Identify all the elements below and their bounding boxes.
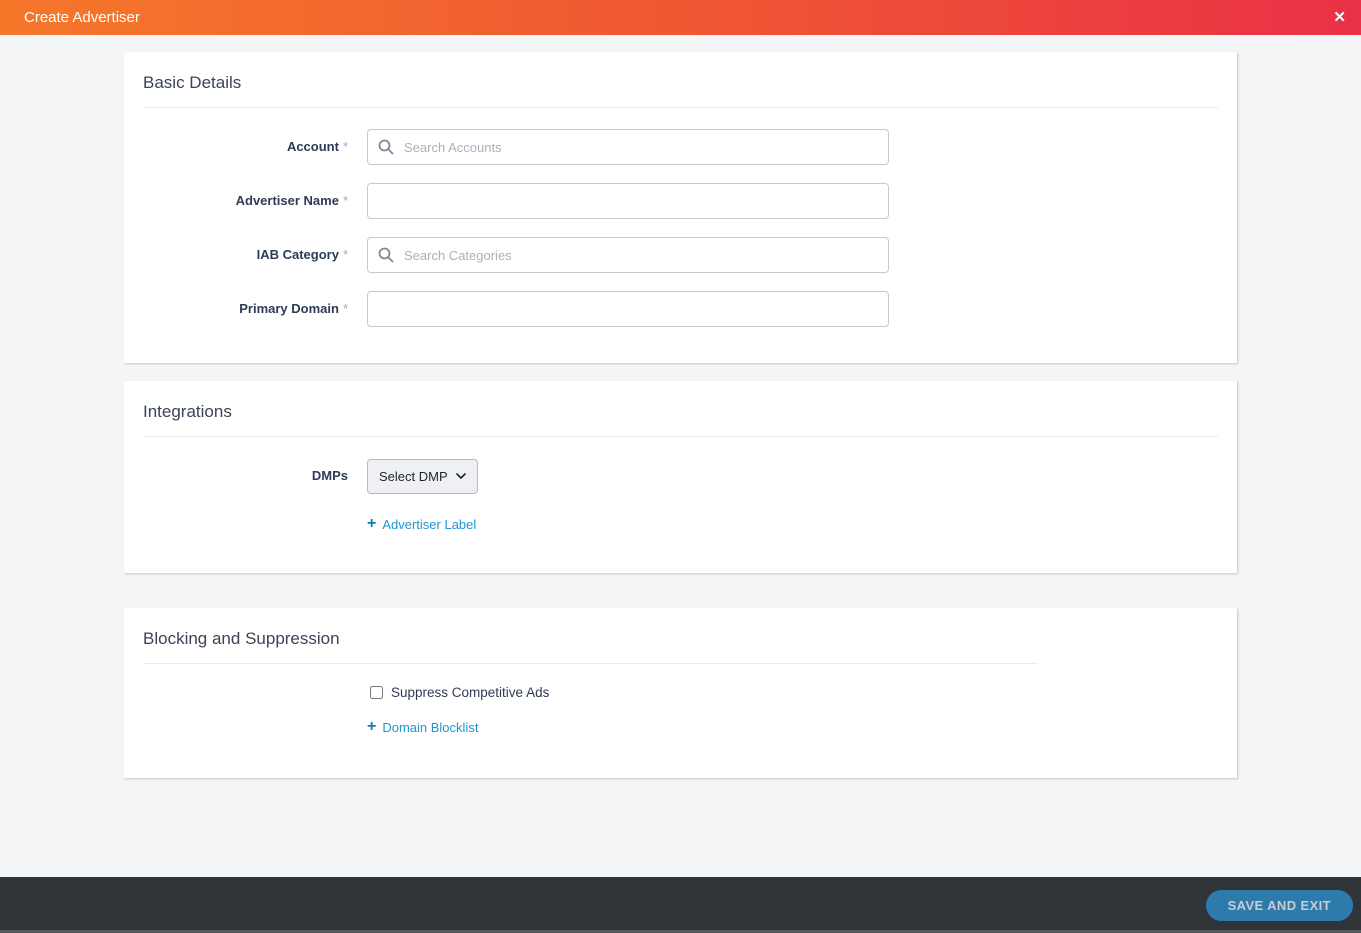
integrations-card: Integrations DMPs Select DMP + Advertise… <box>124 381 1237 573</box>
primary-domain-input-wrap <box>367 291 889 327</box>
iab-category-label: IAB Category* <box>143 237 348 273</box>
close-icon[interactable]: ✕ <box>1333 10 1346 25</box>
advertiser-name-row: Advertiser Name* <box>143 183 1218 219</box>
iab-category-search-input[interactable] <box>367 237 889 273</box>
iab-category-input-wrap <box>367 237 889 273</box>
primary-domain-label: Primary Domain* <box>143 291 348 327</box>
blocking-suppression-card: Blocking and Suppression Suppress Compet… <box>124 608 1237 778</box>
section-divider <box>143 436 1218 437</box>
required-asterisk: * <box>343 193 348 208</box>
advertiser-name-label: Advertiser Name* <box>143 183 348 219</box>
required-asterisk: * <box>343 247 348 262</box>
plus-icon: + <box>367 516 376 532</box>
account-row: Account* <box>143 129 1218 165</box>
section-title-basic-details: Basic Details <box>143 72 1218 94</box>
dmps-row: DMPs Select DMP <box>143 458 1218 494</box>
advertiser-name-input-wrap <box>367 183 889 219</box>
modal-header: Create Advertiser ✕ <box>0 0 1361 35</box>
section-title-integrations: Integrations <box>143 401 1218 423</box>
add-advertiser-label-text: Advertiser Label <box>382 517 476 532</box>
main-content: Basic Details Account* Advertiser Name* <box>0 35 1361 877</box>
section-title-blocking: Blocking and Suppression <box>143 628 1218 650</box>
page-title: Create Advertiser <box>24 9 140 26</box>
form-container: Basic Details Account* Advertiser Name* <box>124 52 1237 778</box>
add-advertiser-label-link[interactable]: + Advertiser Label <box>367 516 476 532</box>
dmp-select-dropdown[interactable]: Select DMP <box>367 459 478 494</box>
suppress-competitive-ads-row: Suppress Competitive Ads <box>370 685 1218 700</box>
suppress-competitive-ads-label: Suppress Competitive Ads <box>391 685 549 700</box>
dmps-label: DMPs <box>143 458 348 494</box>
footer-bar: SAVE AND EXIT <box>0 877 1361 933</box>
account-input-wrap <box>367 129 889 165</box>
section-divider <box>143 663 1038 664</box>
section-divider <box>143 107 1218 108</box>
dmp-select-value: Select DMP <box>379 469 448 484</box>
required-asterisk: * <box>343 301 348 316</box>
suppress-competitive-ads-checkbox[interactable] <box>370 686 383 699</box>
add-domain-blocklist-link[interactable]: + Domain Blocklist <box>367 719 478 735</box>
primary-domain-row: Primary Domain* <box>143 291 1218 327</box>
chevron-down-icon <box>456 473 466 479</box>
account-label: Account* <box>143 129 348 165</box>
advertiser-label-link-wrap: + Advertiser Label <box>367 494 1218 533</box>
domain-blocklist-link-wrap: + Domain Blocklist <box>367 700 1218 736</box>
advertiser-name-input[interactable] <box>367 183 889 219</box>
primary-domain-input[interactable] <box>367 291 889 327</box>
basic-details-card: Basic Details Account* Advertiser Name* <box>124 52 1237 363</box>
plus-icon: + <box>367 719 376 735</box>
save-and-exit-button[interactable]: SAVE AND EXIT <box>1206 890 1353 921</box>
iab-category-row: IAB Category* <box>143 237 1218 273</box>
required-asterisk: * <box>343 139 348 154</box>
account-search-input[interactable] <box>367 129 889 165</box>
add-domain-blocklist-text: Domain Blocklist <box>382 720 478 735</box>
